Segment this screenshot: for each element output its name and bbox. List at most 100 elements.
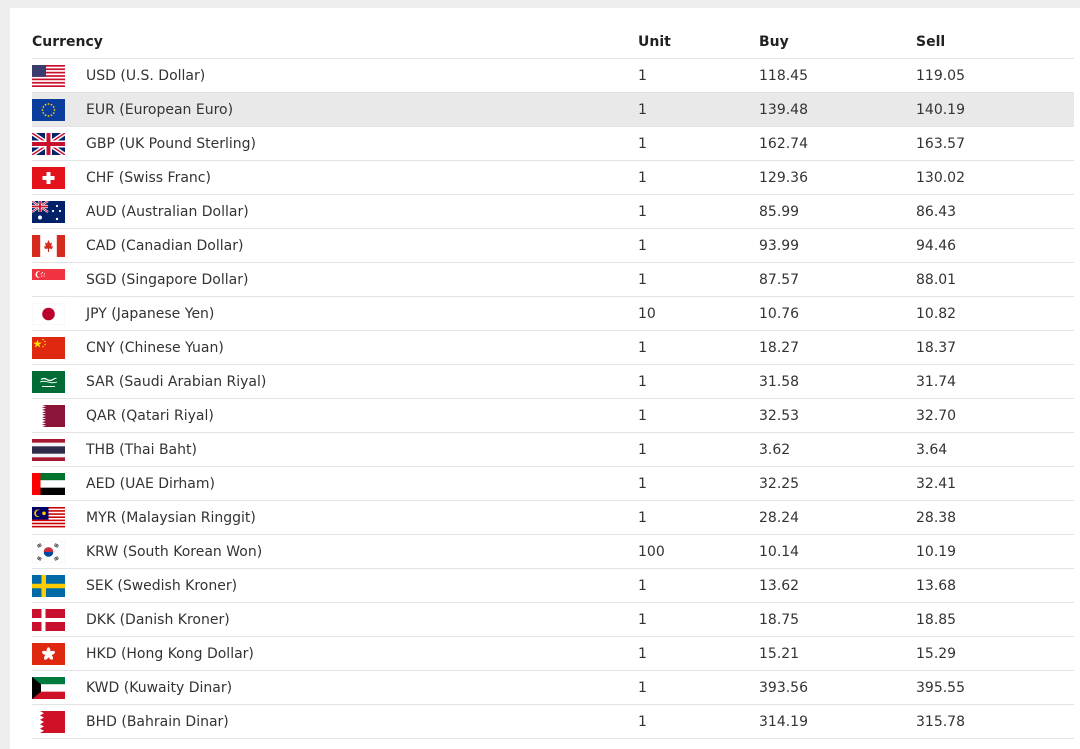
currency-cell-content: KRW (South Korean Won) bbox=[32, 540, 638, 563]
unit-cell: 1 bbox=[638, 58, 759, 93]
table-row: AED (UAE Dirham) 1 32.25 32.41 bbox=[32, 466, 1074, 501]
table-row: THB (Thai Baht) 1 3.62 3.64 bbox=[32, 432, 1074, 467]
currency-cell: SAR (Saudi Arabian Riyal) bbox=[32, 364, 638, 399]
currency-cell-content: SEK (Swedish Kroner) bbox=[32, 574, 638, 597]
table-row: SGD (Singapore Dollar) 1 87.57 88.01 bbox=[32, 262, 1074, 297]
currency-cell-content: BHD (Bahrain Dinar) bbox=[32, 710, 638, 733]
unit-cell: 1 bbox=[638, 228, 759, 263]
unit-cell: 1 bbox=[638, 466, 759, 501]
currency-name: HKD (Hong Kong Dollar) bbox=[86, 645, 254, 662]
currency-cell-content: CAD (Canadian Dollar) bbox=[32, 234, 638, 257]
table-row: USD (U.S. Dollar) 1 118.45 119.05 bbox=[32, 58, 1074, 93]
currency-name: SGD (Singapore Dollar) bbox=[86, 271, 249, 288]
buy-rate-cell: 32.53 bbox=[759, 398, 916, 433]
currency-cell-content: EUR (European Euro) bbox=[32, 98, 638, 121]
buy-rate-cell: 85.99 bbox=[759, 194, 916, 229]
table-row: CHF (Swiss Franc) 1 129.36 130.02 bbox=[32, 160, 1074, 195]
currency-name: EUR (European Euro) bbox=[86, 101, 234, 118]
sell-rate-cell: 395.55 bbox=[916, 670, 1074, 705]
thailand-flag-icon bbox=[32, 438, 65, 461]
sell-rate-cell: 140.19 bbox=[916, 92, 1074, 127]
currency-cell: BHD (Bahrain Dinar) bbox=[32, 704, 638, 739]
unit-cell: 1 bbox=[638, 432, 759, 467]
sell-rate-cell: 13.68 bbox=[916, 568, 1074, 603]
table-row: CNY (Chinese Yuan) 1 18.27 18.37 bbox=[32, 330, 1074, 365]
table-row: HKD (Hong Kong Dollar) 1 15.21 15.29 bbox=[32, 636, 1074, 671]
sweden-flag-icon bbox=[32, 574, 65, 597]
kuwait-flag-icon bbox=[32, 676, 65, 699]
buy-rate-cell: 87.57 bbox=[759, 262, 916, 297]
unit-cell: 1 bbox=[638, 262, 759, 297]
currency-cell: SEK (Swedish Kroner) bbox=[32, 568, 638, 603]
singapore-flag-icon bbox=[32, 268, 65, 291]
currency-column-header: Currency bbox=[32, 25, 638, 59]
buy-rate-cell: 393.56 bbox=[759, 670, 916, 705]
currency-name: AED (UAE Dirham) bbox=[86, 475, 215, 492]
currency-cell-content: QAR (Qatari Riyal) bbox=[32, 404, 638, 427]
currency-cell: SGD (Singapore Dollar) bbox=[32, 262, 638, 297]
australia-flag-icon bbox=[32, 200, 65, 223]
sell-rate-cell: 10.19 bbox=[916, 534, 1074, 569]
currency-cell: CAD (Canadian Dollar) bbox=[32, 228, 638, 263]
sell-column-header: Sell bbox=[916, 25, 1074, 59]
currency-cell-content: DKK (Danish Kroner) bbox=[32, 608, 638, 631]
table-row: MYR (Malaysian Ringgit) 1 28.24 28.38 bbox=[32, 500, 1074, 535]
currency-cell-content: THB (Thai Baht) bbox=[32, 438, 638, 461]
buy-rate-cell: 10.14 bbox=[759, 534, 916, 569]
table-row: SAR (Saudi Arabian Riyal) 1 31.58 31.74 bbox=[32, 364, 1074, 399]
unit-column-header: Unit bbox=[638, 25, 759, 59]
currency-name: USD (U.S. Dollar) bbox=[86, 67, 206, 84]
currency-cell: MYR (Malaysian Ringgit) bbox=[32, 500, 638, 535]
sell-rate-cell: 94.46 bbox=[916, 228, 1074, 263]
currency-cell-content: MYR (Malaysian Ringgit) bbox=[32, 506, 638, 529]
unit-cell: 10 bbox=[638, 296, 759, 331]
currency-name: QAR (Qatari Riyal) bbox=[86, 407, 214, 424]
currency-cell: KWD (Kuwaity Dinar) bbox=[32, 670, 638, 705]
buy-rate-cell: 13.62 bbox=[759, 568, 916, 603]
uae-flag-icon bbox=[32, 472, 65, 495]
currency-name: GBP (UK Pound Sterling) bbox=[86, 135, 257, 152]
currency-cell-content: USD (U.S. Dollar) bbox=[32, 64, 638, 87]
currency-cell: QAR (Qatari Riyal) bbox=[32, 398, 638, 433]
currency-name: AUD (Australian Dollar) bbox=[86, 203, 249, 220]
buy-rate-cell: 28.24 bbox=[759, 500, 916, 535]
table-row: JPY (Japanese Yen) 10 10.76 10.82 bbox=[32, 296, 1074, 331]
table-header-row: Currency Unit Buy Sell bbox=[32, 25, 1074, 59]
currency-cell: USD (U.S. Dollar) bbox=[32, 58, 638, 93]
currency-cell: AED (UAE Dirham) bbox=[32, 466, 638, 501]
table-row: QAR (Qatari Riyal) 1 32.53 32.70 bbox=[32, 398, 1074, 433]
exchange-rates-panel: Currency Unit Buy Sell USD (U.S. Dollar)… bbox=[10, 8, 1080, 749]
sell-rate-cell: 163.57 bbox=[916, 126, 1074, 161]
currency-cell: CHF (Swiss Franc) bbox=[32, 160, 638, 195]
currency-name: DKK (Danish Kroner) bbox=[86, 611, 230, 628]
currency-name: SAR (Saudi Arabian Riyal) bbox=[86, 373, 267, 390]
currency-cell-content: SGD (Singapore Dollar) bbox=[32, 268, 638, 291]
japan-flag-icon bbox=[32, 302, 65, 325]
table-row: SEK (Swedish Kroner) 1 13.62 13.68 bbox=[32, 568, 1074, 603]
unit-cell: 1 bbox=[638, 330, 759, 365]
currency-name: BHD (Bahrain Dinar) bbox=[86, 713, 229, 730]
sell-rate-cell: 28.38 bbox=[916, 500, 1074, 535]
buy-rate-cell: 18.27 bbox=[759, 330, 916, 365]
sell-rate-cell: 32.70 bbox=[916, 398, 1074, 433]
sell-rate-cell: 130.02 bbox=[916, 160, 1074, 195]
currency-name: JPY (Japanese Yen) bbox=[86, 305, 215, 322]
currency-cell-content: CNY (Chinese Yuan) bbox=[32, 336, 638, 359]
sell-rate-cell: 32.41 bbox=[916, 466, 1074, 501]
unit-cell: 1 bbox=[638, 92, 759, 127]
currency-cell: JPY (Japanese Yen) bbox=[32, 296, 638, 331]
table-row: KWD (Kuwaity Dinar) 1 393.56 395.55 bbox=[32, 670, 1074, 705]
hong-kong-flag-icon bbox=[32, 642, 65, 665]
denmark-flag-icon bbox=[32, 608, 65, 631]
sell-rate-cell: 315.78 bbox=[916, 704, 1074, 739]
table-row: CAD (Canadian Dollar) 1 93.99 94.46 bbox=[32, 228, 1074, 263]
buy-rate-cell: 18.75 bbox=[759, 602, 916, 637]
canada-flag-icon bbox=[32, 234, 65, 257]
currency-cell: DKK (Danish Kroner) bbox=[32, 602, 638, 637]
sell-rate-cell: 3.64 bbox=[916, 432, 1074, 467]
unit-cell: 1 bbox=[638, 568, 759, 603]
bahrain-flag-icon bbox=[32, 710, 65, 733]
sell-rate-cell: 18.37 bbox=[916, 330, 1074, 365]
currency-cell-content: AUD (Australian Dollar) bbox=[32, 200, 638, 223]
table-row: AUD (Australian Dollar) 1 85.99 86.43 bbox=[32, 194, 1074, 229]
